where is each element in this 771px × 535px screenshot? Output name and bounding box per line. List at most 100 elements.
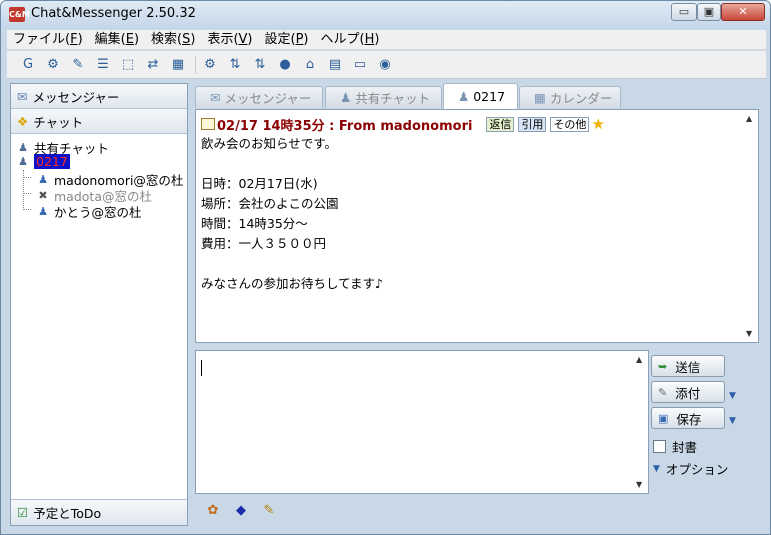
tree-connector	[23, 193, 31, 194]
save-label: 保存	[676, 411, 702, 427]
message-view: 02/17 14時35分 : From madonomori 返信 引用 その他…	[195, 109, 759, 343]
edit-icon[interactable]: ✎	[259, 500, 279, 520]
compose-actions: ➥ 送信 ✎ 添付 ▼ ▣ 保存 ▼ 封書 ▼ オプション	[649, 353, 759, 497]
list-icon[interactable]: ☰	[92, 54, 114, 76]
message-input[interactable]	[199, 354, 629, 490]
tab-shared-chat[interactable]: ♟ 共有チャット	[325, 86, 442, 108]
menu-bar: ファイル(F) 編集(E) 検索(S) 表示(V) 設定(P) ヘルプ(H)	[7, 30, 766, 50]
message-line: みなさんの参加お待ちしてます♪	[201, 276, 383, 291]
attach-label: 添付	[675, 385, 701, 401]
other-button[interactable]: その他	[550, 116, 590, 132]
send-label: 送信	[675, 359, 701, 375]
send-button[interactable]: ➥ 送信	[651, 355, 725, 377]
tree-member[interactable]: ♟ かとう@窓の杜	[35, 202, 142, 221]
title-bar[interactable]: C&M Chat&Messenger 2.50.32 ▭ ▣ ✕	[1, 1, 770, 29]
envelope-icon	[201, 118, 215, 130]
group-icon: ♟	[340, 90, 352, 105]
sync-icon[interactable]: ⇄	[142, 54, 164, 76]
left-panel: ✉ メッセンジャー ❖ チャット ♟ 共有チャット ♟ 0217 ♟ madon…	[10, 83, 188, 526]
members-icon[interactable]: ⚙	[42, 54, 64, 76]
maximize-button[interactable]: ▣	[697, 3, 721, 21]
close-button[interactable]: ✕	[721, 3, 765, 21]
google-search-icon[interactable]: G	[17, 54, 39, 76]
home-folder-icon[interactable]: ⌂	[299, 54, 321, 76]
open-folder-icon[interactable]: ▭	[349, 54, 371, 76]
tab-label: カレンダー	[549, 91, 613, 106]
sort-icon[interactable]: ⇅	[249, 54, 271, 76]
app-icon: C&M	[9, 7, 30, 22]
select-icon[interactable]: ⬚	[117, 54, 139, 76]
send-icon: ➥	[658, 359, 668, 373]
save-button[interactable]: ▣ 保存	[651, 407, 725, 429]
compose-area: ▲ ▼	[195, 350, 649, 494]
checklist-icon: ☑	[17, 505, 29, 520]
message-line: 時間：14時35分～	[201, 216, 308, 231]
right-panel: ✉ メッセンジャー ♟ 共有チャット ♟ 0217 ▦ カレンダー 02/17 …	[193, 83, 763, 527]
menu-settings[interactable]: 設定(P)	[259, 30, 315, 50]
tab-label: 共有チャット	[355, 91, 431, 106]
attach-dropdown-icon[interactable]: ▼	[729, 391, 736, 401]
tree-item-room-0217[interactable]: ♟ 0217	[15, 154, 70, 169]
tab-0217[interactable]: ♟ 0217	[443, 83, 518, 109]
menu-help[interactable]: ヘルプ(H)	[315, 30, 386, 50]
options-toggle[interactable]: ▼ オプション	[653, 459, 728, 478]
menu-edit[interactable]: 編集(E)	[89, 30, 145, 50]
archive-icon[interactable]: ▤	[324, 54, 346, 76]
status-icon[interactable]: ●	[274, 54, 296, 76]
group-icon: ♟	[458, 89, 470, 104]
user-icon: ♟	[38, 204, 48, 218]
seal-label: 封書	[672, 440, 698, 455]
scroll-up-arrow-icon[interactable]: ▲	[636, 355, 642, 364]
message-line	[201, 154, 741, 174]
sort-az-icon[interactable]: ⇅	[224, 54, 246, 76]
quote-button[interactable]: 引用	[518, 116, 547, 132]
minimize-button[interactable]: ▭	[671, 3, 697, 21]
palette-icon[interactable]: ✿	[203, 500, 223, 520]
tree-item-label: 0217	[34, 154, 70, 169]
calendar-icon[interactable]: ▦	[167, 54, 189, 76]
checkbox[interactable]	[653, 440, 666, 453]
save-dropdown-icon[interactable]: ▼	[729, 416, 736, 426]
tab-label: メッセンジャー	[224, 91, 312, 106]
floppy-icon: ▣	[658, 411, 669, 425]
envelope-icon: ✉	[17, 88, 28, 104]
menu-file[interactable]: ファイル(F)	[7, 30, 89, 50]
chat-icon: ❖	[17, 113, 29, 129]
tag-icon[interactable]: ✎	[67, 54, 89, 76]
format-icon[interactable]: ◆	[231, 500, 251, 520]
tab-label: 0217	[473, 89, 506, 104]
message-header: 02/17 14時35分 : From madonomori 返信 引用 その他…	[201, 114, 741, 134]
group-icon: ♟	[18, 140, 28, 154]
tab-messenger[interactable]: ✉ メッセンジャー	[195, 86, 323, 108]
options-label: オプション	[665, 462, 729, 477]
reply-button[interactable]: 返信	[486, 116, 515, 132]
message-header-text: 02/17 14時35分 : From madonomori	[217, 118, 473, 134]
message-line: 費用：一人３５００円	[201, 236, 327, 251]
tree-connector	[23, 177, 31, 178]
seal-checkbox[interactable]: 封書	[653, 437, 697, 456]
todo-panel-tab[interactable]: ☑ 予定とToDo	[11, 499, 187, 525]
menu-view[interactable]: 表示(V)	[201, 30, 258, 50]
scroll-down-arrow-icon[interactable]: ▼	[746, 329, 752, 338]
attach-button[interactable]: ✎ 添付	[651, 381, 725, 403]
message-line: 日時：02月17日(水)	[201, 176, 318, 191]
network-icon[interactable]: ◉	[374, 54, 396, 76]
compose-scrollbar[interactable]: ▲ ▼	[632, 351, 648, 493]
messenger-panel-tab[interactable]: ✉ メッセンジャー	[11, 84, 187, 109]
scroll-down-arrow-icon[interactable]: ▼	[636, 480, 642, 489]
user-icon: ♟	[38, 172, 48, 186]
chat-panel-tab[interactable]: ❖ チャット	[11, 109, 187, 134]
messenger-panel-label: メッセンジャー	[32, 89, 120, 105]
message-line: 場所：会社のよこの公園	[201, 196, 339, 211]
paperclip-icon: ✎	[658, 385, 668, 399]
settings-icon[interactable]: ⚙	[199, 54, 221, 76]
compose-toolbar: ✿ ◆ ✎	[195, 495, 759, 525]
scroll-up-arrow-icon[interactable]: ▲	[746, 114, 752, 123]
tree-connector	[23, 209, 31, 210]
tab-calendar[interactable]: ▦ カレンダー	[519, 86, 621, 108]
star-icon[interactable]: ★	[591, 115, 604, 133]
menu-search[interactable]: 検索(S)	[145, 30, 201, 50]
message-scrollbar[interactable]: ▲ ▼	[742, 110, 758, 342]
group-icon: ♟	[18, 154, 28, 168]
member-label: かとう@窓の杜	[54, 205, 142, 220]
